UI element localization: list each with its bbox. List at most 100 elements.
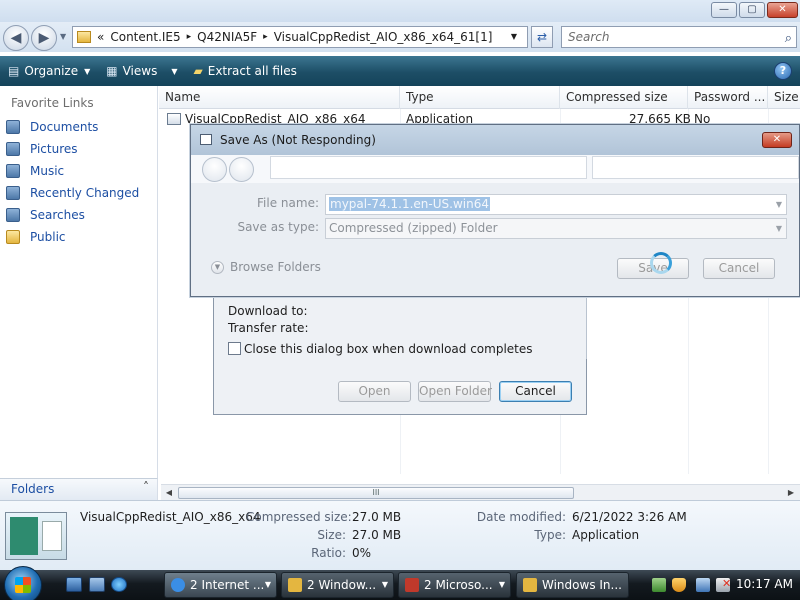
sidebar-item-label: Documents	[30, 120, 99, 134]
internet-explorer-icon[interactable]	[111, 577, 127, 592]
scroll-right-icon[interactable]: ▶	[784, 486, 798, 500]
taskbar-item-microsoft[interactable]: 2 Microso... ▼	[398, 572, 511, 598]
search-placeholder: Search	[568, 30, 610, 44]
scrollbar-grip-icon: III	[372, 488, 380, 497]
address-overflow[interactable]: «	[97, 30, 104, 44]
taskbar-clock[interactable]: 10:17 AM	[736, 577, 793, 591]
address-dropdown-icon[interactable]: ▼	[511, 32, 517, 41]
folder-icon	[288, 578, 302, 592]
maximize-button[interactable]: ▢	[739, 2, 765, 18]
display-icon[interactable]	[696, 578, 710, 592]
organize-button[interactable]: ▤ Organize ▼	[0, 56, 98, 86]
scroll-left-icon[interactable]: ◀	[162, 486, 176, 500]
cancel-download-button[interactable]: Cancel	[499, 381, 572, 402]
cancel-button[interactable]: Cancel	[703, 258, 775, 279]
chevron-down-icon: ▼	[264, 580, 271, 589]
sidebar-item-public[interactable]: Public	[6, 230, 66, 244]
network-icon[interactable]	[652, 578, 666, 592]
recent-pages-chevron-icon[interactable]: ▼	[60, 32, 66, 41]
views-button[interactable]: ▦ Views ▼	[98, 56, 185, 86]
close-icon[interactable]: ✕	[762, 132, 792, 148]
sidebar-item-searches[interactable]: Searches	[6, 208, 85, 222]
taskbar-item-windows-installer[interactable]: Windows In...	[516, 572, 629, 598]
save-as-nav-row	[191, 155, 799, 183]
documents-icon	[6, 120, 20, 134]
volume-muted-icon[interactable]: ✕	[716, 577, 731, 592]
column-header-compressed-size[interactable]: Compressed size	[560, 86, 688, 109]
taskbar-item-internet-explorer[interactable]: 2 Internet ... ▼	[164, 572, 277, 598]
save-as-search-input[interactable]	[592, 156, 799, 179]
switch-windows-icon[interactable]	[89, 577, 105, 592]
file-name-input[interactable]: mypal-74.1.1.en-US.win64 ▼	[325, 194, 787, 215]
type-label: Type:	[534, 528, 566, 542]
open-button[interactable]: Open	[338, 381, 411, 402]
browse-folders-toggle[interactable]: ▼ Browse Folders	[211, 260, 321, 274]
breadcrumb-content-ie5[interactable]: Content.IE5	[110, 30, 180, 44]
folders-toggle[interactable]: Folders ˄	[0, 478, 158, 500]
search-icon[interactable]: ⌕	[785, 29, 792, 49]
breadcrumb-q42nia5f[interactable]: Q42NIA5F	[197, 30, 257, 44]
close-window-button[interactable]: ✕	[767, 2, 798, 18]
breadcrumb-separator-icon[interactable]: ▸	[187, 32, 192, 42]
sidebar-item-music[interactable]: Music	[6, 164, 64, 178]
save-as-address-bar[interactable]	[270, 156, 587, 179]
taskbar-item-label: 2 Window...	[307, 578, 377, 592]
search-input[interactable]: Search ⌕	[561, 26, 797, 48]
back-button[interactable]: ◀	[3, 25, 29, 51]
size-label: Size:	[317, 528, 346, 542]
column-headers: Name Type Compressed size Password ... S…	[159, 86, 800, 109]
back-button[interactable]	[202, 157, 227, 182]
transfer-rate-label: Transfer rate:	[228, 321, 309, 335]
sidebar-item-recently-changed[interactable]: Recently Changed	[6, 186, 139, 200]
column-header-size[interactable]: Size	[768, 86, 800, 109]
taskbar-item-windows-explorer[interactable]: 2 Window... ▼	[281, 572, 394, 598]
application-file-icon	[167, 113, 181, 125]
sidebar-item-documents[interactable]: Documents	[6, 120, 98, 134]
refresh-icon: ⇄	[536, 30, 548, 44]
address-bar[interactable]: « Content.IE5 ▸ Q42NIA5F ▸ VisualCppRedi…	[72, 26, 528, 48]
open-folder-button[interactable]: Open Folder	[418, 381, 492, 402]
save-as-body: File name: mypal-74.1.1.en-US.win64 ▼ Sa…	[191, 183, 799, 296]
start-button[interactable]	[4, 566, 42, 600]
scrollbar-thumb[interactable]: III	[178, 487, 574, 499]
save-as-dialog: Save As (Not Responding) ✕ File name: my…	[190, 124, 800, 297]
download-dialog: Estimated time left: Download to: Transf…	[213, 280, 587, 415]
save-as-type-label: Save as type:	[237, 220, 319, 234]
extract-all-label: Extract all files	[207, 64, 297, 78]
security-shield-icon[interactable]	[672, 578, 686, 592]
sidebar-item-label: Pictures	[30, 142, 78, 156]
ratio-label: Ratio:	[311, 546, 346, 560]
save-as-type-value: Compressed (zipped) Folder	[329, 221, 498, 235]
forward-button[interactable]: ▶	[31, 25, 57, 51]
system-tray: ✕ 10:17 AM	[644, 570, 800, 600]
folders-label: Folders	[11, 482, 55, 496]
back-arrow-icon: ◀	[10, 30, 22, 46]
breadcrumb-visualcppredist[interactable]: VisualCppRedist_AIO_x86_x64_61[1]	[274, 30, 493, 44]
show-desktop-icon[interactable]	[66, 577, 82, 592]
extract-all-button[interactable]: ▰ Extract all files	[186, 56, 305, 86]
forward-button[interactable]	[229, 157, 254, 182]
horizontal-scrollbar[interactable]: ◀ III ▶	[161, 484, 800, 500]
favorite-links-heading: Favorite Links	[11, 96, 94, 110]
application-icon	[405, 578, 419, 592]
refresh-button[interactable]: ⇄	[531, 26, 553, 48]
organize-icon: ▤	[8, 64, 20, 78]
taskbar-item-label: 2 Internet ...	[190, 578, 265, 592]
sidebar-item-pictures[interactable]: Pictures	[6, 142, 78, 156]
close-when-complete-checkbox[interactable]	[228, 342, 241, 355]
minimize-button[interactable]: —	[711, 2, 737, 18]
column-header-password[interactable]: Password ...	[688, 86, 768, 109]
column-header-name[interactable]: Name	[159, 86, 400, 109]
command-toolbar: ▤ Organize ▼ ▦ Views ▼ ▰ Extract all fil…	[0, 56, 800, 86]
chevron-down-icon[interactable]: ▼	[776, 195, 782, 214]
breadcrumb-separator-icon[interactable]: ▸	[263, 32, 268, 42]
save-as-type-select[interactable]: Compressed (zipped) Folder ▼	[325, 218, 787, 239]
address-row: ◀ ▶ ▼ « Content.IE5 ▸ Q42NIA5F ▸ VisualC…	[0, 22, 800, 52]
chevron-down-icon[interactable]: ▼	[776, 219, 782, 238]
close-when-complete-label[interactable]: Close this dialog box when download comp…	[244, 342, 533, 356]
column-header-type[interactable]: Type	[400, 86, 560, 109]
size-value: 27.0 MB	[352, 528, 402, 542]
compressed-size-label: Compressed size:	[246, 510, 352, 524]
help-icon[interactable]: ?	[774, 62, 792, 80]
internet-explorer-icon	[171, 578, 185, 592]
